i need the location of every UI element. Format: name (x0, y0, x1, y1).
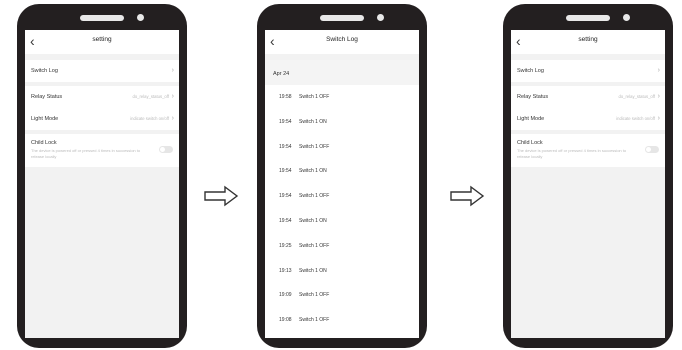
relay-status-value: do_relay_status_off (618, 94, 655, 99)
page-title: setting (92, 36, 112, 43)
top-bar: ‹ setting (25, 30, 179, 54)
log-entry-time: 19:08 (279, 317, 292, 324)
switch-log-label: Switch Log (517, 68, 544, 74)
log-entry: 19:54 Switch 1 ON (265, 208, 419, 234)
phone-settings-before: ‹ setting Switch Log › Relay Status do_r… (17, 4, 187, 348)
phone-settings-after: ‹ setting Switch Log › Relay Status do_r… (503, 4, 673, 348)
chevron-right-icon: › (657, 67, 660, 74)
log-entry: 19:54 Switch 1 OFF (265, 134, 419, 160)
settings-screen: ‹ setting Switch Log › Relay Status do_r… (511, 30, 665, 338)
relay-status-row[interactable]: Relay Status do_relay_status_off › (25, 86, 179, 108)
log-entry-time: 19:54 (279, 118, 292, 125)
log-entry-time: 19:25 (279, 242, 292, 249)
log-entry-time: 19:54 (279, 143, 292, 150)
front-camera (623, 14, 630, 21)
settings-screen: ‹ setting Switch Log › Relay Status do_r… (25, 30, 179, 338)
log-entry-event: Switch 1 OFF (299, 193, 330, 200)
relay-status-label: Relay Status (517, 94, 549, 100)
log-entry-time: 19:54 (279, 217, 292, 224)
log-list: 19:58 Switch 1 OFF 19:54 Switch 1 ON 19:54 Sw… (265, 85, 419, 338)
status-card: Relay Status do_relay_status_off › Light… (25, 86, 179, 130)
status-card: Relay Status do_relay_status_off › Light… (511, 86, 665, 130)
switch-log-row[interactable]: Switch Log › (511, 60, 665, 82)
light-mode-label: Light Mode (31, 116, 59, 122)
child-lock-label: Child Lock (517, 140, 543, 146)
switch-log-label: Switch Log (31, 68, 58, 74)
child-lock-toggle[interactable] (645, 146, 659, 153)
relay-status-value: do_relay_status_off (132, 94, 169, 99)
log-entry: 19:09 Switch 1 OFF (265, 283, 419, 309)
relay-status-row[interactable]: Relay Status do_relay_status_off › (511, 86, 665, 108)
top-bar: ‹ setting (511, 30, 665, 54)
log-entry: 18:56Switch 1 OFF (265, 332, 419, 338)
log-entry: 19:58 Switch 1 OFF (265, 85, 419, 110)
chevron-right-icon: › (657, 115, 660, 122)
light-mode-row[interactable]: Light Mode indicate switch on/off › (25, 108, 179, 130)
switch-log-row[interactable]: Switch Log › (25, 60, 179, 82)
switch-log-screen: ‹ Switch Log Apr 24 19:58 Switch 1 OFF 19:… (265, 30, 419, 338)
log-date-header: Apr 24 (265, 60, 419, 85)
chevron-right-icon: › (171, 93, 174, 100)
log-entry-event: Switch 1 ON (299, 267, 327, 274)
speaker-grill (566, 15, 610, 21)
speaker-grill (320, 15, 364, 21)
log-entry-event: Switch 1 ON (299, 217, 327, 224)
child-lock-toggle[interactable] (159, 146, 173, 153)
child-lock-description: The device is powered off or pressed 4 t… (517, 148, 627, 159)
switch-log-card: Switch Log › (25, 60, 179, 82)
speaker-grill (80, 15, 124, 21)
light-mode-value: indicate switch on/off (130, 116, 169, 121)
log-entry-event: Switch 1 OFF (299, 242, 330, 249)
child-lock-label: Child Lock (31, 140, 57, 146)
right-arrow-icon (204, 185, 239, 207)
page-title: setting (578, 36, 598, 43)
front-camera (137, 14, 144, 21)
light-mode-label: Light Mode (517, 116, 545, 122)
child-lock-section: Child Lock The device is powered off or … (511, 134, 665, 167)
log-entry-time: 19:54 (279, 193, 292, 200)
relay-status-label: Relay Status (31, 94, 63, 100)
switch-log-card: Switch Log › (511, 60, 665, 82)
light-mode-value: indicate switch on/off (616, 116, 655, 121)
front-camera (377, 14, 384, 21)
page-title: Switch Log (326, 36, 358, 43)
chevron-right-icon: › (657, 93, 660, 100)
log-entry-time: 19:13 (279, 267, 292, 274)
log-entry-event: Switch 1 OFF (299, 317, 330, 324)
top-bar: ‹ Switch Log (265, 30, 419, 54)
log-entry-time: 19:54 (279, 168, 292, 175)
log-entry-event: Switch 1 ON (299, 168, 327, 175)
chevron-right-icon: › (171, 115, 174, 122)
log-entry: 19:54 Switch 1 ON (265, 109, 419, 135)
log-entry-event: Switch 1 OFF (299, 292, 330, 299)
chevron-right-icon: › (171, 67, 174, 74)
phone-switch-log: ‹ Switch Log Apr 24 19:58 Switch 1 OFF 19:… (257, 4, 427, 348)
log-entry: 19:08 Switch 1 OFF (265, 308, 419, 333)
log-entry: 19:13 Switch 1 ON (265, 258, 419, 284)
log-entry: 19:25 Switch 1 OFF (265, 233, 419, 259)
log-entry: 19:54 Switch 1 OFF (265, 184, 419, 209)
log-entry-event: Switch 1 OFF (299, 94, 330, 100)
right-arrow-icon (450, 185, 485, 207)
log-entry-event: Switch 1 ON (299, 118, 327, 125)
log-entry-time: 19:09 (279, 292, 292, 299)
log-entry: 19:54 Switch 1 ON (265, 159, 419, 185)
light-mode-row[interactable]: Light Mode indicate switch on/off › (511, 108, 665, 130)
child-lock-description: The device is powered off or pressed 4 t… (31, 148, 141, 159)
child-lock-section: Child Lock The device is powered off or … (25, 134, 179, 167)
log-entry-time: 19:58 (279, 94, 292, 100)
log-entry-time: 18:56 (279, 333, 299, 338)
log-entry-event: Switch 1 OFF (299, 143, 330, 150)
